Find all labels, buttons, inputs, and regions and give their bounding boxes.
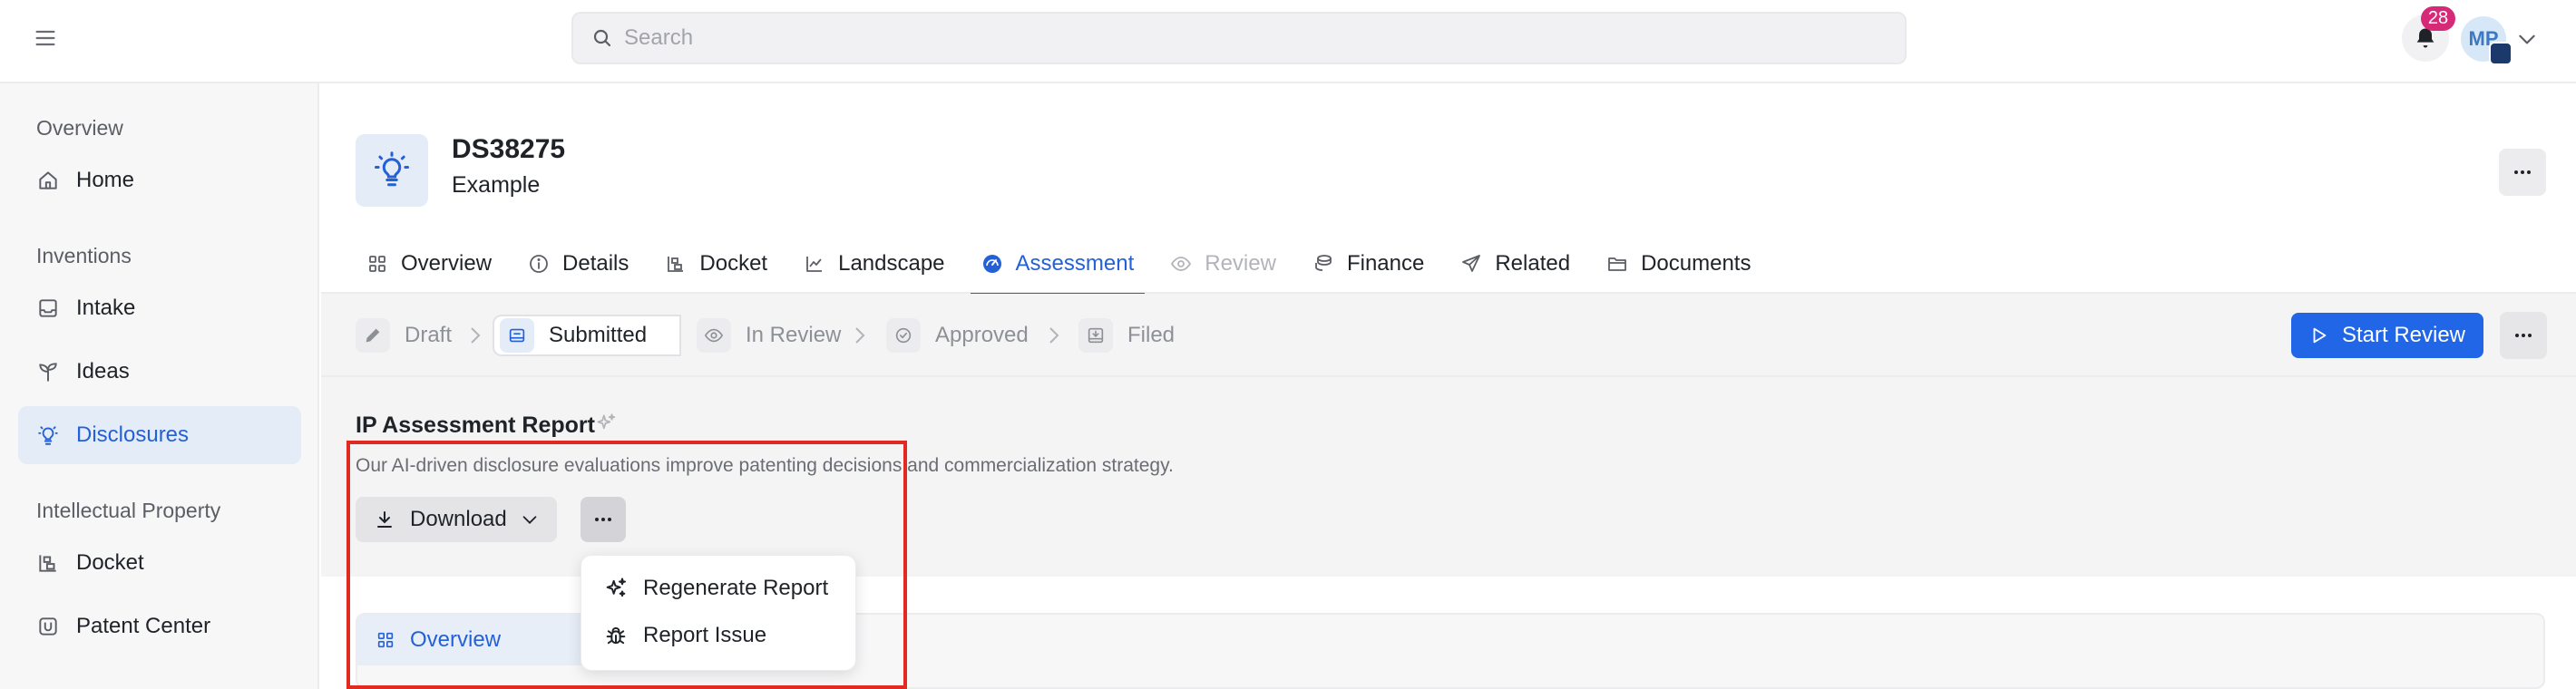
tab-label: Overview (401, 251, 493, 276)
sparkles-icon (594, 412, 618, 435)
sprout-icon (36, 360, 60, 383)
status-step-draft: Draft (356, 315, 452, 356)
sidebar-item-ideas[interactable]: Ideas (18, 343, 301, 401)
grid-icon (366, 253, 388, 275)
filed-icon (1078, 318, 1113, 353)
search-input[interactable] (624, 25, 1876, 51)
eye-icon (1170, 253, 1192, 275)
tab-details[interactable]: Details (517, 234, 639, 294)
eye-icon (697, 318, 731, 353)
sidebar-item-intake[interactable]: Intake (18, 279, 301, 337)
start-review-label: Start Review (2341, 323, 2466, 347)
tab-review: Review (1159, 234, 1287, 294)
sidebar-item-label: Patent Center (76, 614, 211, 638)
top-bar: 28 MP (0, 0, 2576, 83)
tab-label: Finance (1346, 251, 1425, 276)
status-step-label: Draft (405, 323, 453, 347)
chevron-right-icon (466, 325, 484, 346)
status-step-filed: Filed (1078, 315, 1175, 356)
tab-label: Review (1205, 251, 1276, 276)
docket-icon (36, 551, 60, 575)
sidebar-section-inventions: Inventions (36, 244, 132, 267)
sidebar-item-label: Disclosures (76, 422, 190, 447)
notification-count-badge: 28 (2421, 6, 2455, 31)
folder-icon (1606, 253, 1628, 275)
sidebar-item-label: Intake (76, 296, 136, 320)
status-step-label: In Review (746, 323, 842, 347)
docket-icon (665, 253, 687, 275)
status-step-label: Approved (935, 323, 1029, 347)
status-step-submitted: Submitted (493, 315, 682, 356)
record-id: DS38275 (452, 134, 566, 164)
tab-landscape[interactable]: Landscape (793, 234, 955, 294)
tab-overview[interactable]: Overview (356, 234, 503, 294)
tab-label: Docket (699, 251, 768, 276)
gauge-icon (981, 253, 1003, 275)
sidebar-item-label: Ideas (76, 359, 130, 383)
tab-documents[interactable]: Documents (1595, 234, 1761, 294)
highlight-annotation-box (346, 441, 907, 689)
tab-related[interactable]: Related (1449, 234, 1581, 294)
sidebar-section-overview: Overview (36, 116, 123, 140)
sidebar-item-docket[interactable]: Docket (18, 534, 301, 592)
sidebar-item-label: Docket (76, 550, 144, 575)
tab-label: Related (1495, 251, 1571, 276)
start-review-button[interactable]: Start Review (2291, 313, 2483, 358)
status-step-approved: Approved (886, 315, 1029, 356)
home-icon (36, 169, 60, 192)
organization-logo-icon (2489, 42, 2513, 65)
sidebar-item-label: Home (76, 168, 135, 192)
ellipsis-icon (2513, 325, 2534, 346)
chart-line-icon (804, 253, 825, 275)
tab-label: Documents (1641, 251, 1751, 276)
tab-label: Assessment (1015, 251, 1135, 276)
hamburger-menu-icon[interactable] (33, 25, 58, 51)
record-lightbulb-icon (356, 134, 428, 207)
inbox-icon (36, 296, 60, 320)
chevron-right-icon (851, 325, 869, 346)
tab-assessment[interactable]: Assessment (970, 234, 1146, 296)
chevron-down-icon[interactable] (2515, 27, 2539, 51)
status-step-label: Filed (1127, 323, 1176, 347)
status-step-label: Submitted (549, 323, 648, 347)
record-more-button[interactable] (2499, 149, 2546, 196)
report-title: IP Assessment Report (356, 412, 595, 438)
lightbulb-icon (36, 423, 60, 447)
status-more-button[interactable] (2500, 312, 2547, 359)
sidebar-item-patent-center[interactable]: Patent Center (18, 597, 301, 655)
play-icon (2309, 325, 2329, 345)
send-icon (1460, 253, 1482, 275)
tab-docket[interactable]: Docket (654, 234, 778, 294)
chevron-right-icon (1045, 325, 1063, 346)
patent-center-icon (36, 615, 60, 638)
record-subtitle: Example (452, 172, 541, 198)
record-tabs: Overview Details Docket Landscape Assess… (356, 234, 1776, 296)
search-bar[interactable] (571, 12, 1907, 64)
tab-label: Landscape (838, 251, 945, 276)
tab-label: Details (562, 251, 629, 276)
info-icon (528, 253, 550, 275)
pencil-icon (356, 318, 390, 353)
submitted-icon (500, 318, 534, 353)
status-step-in-review: In Review (697, 315, 841, 356)
sidebar-section-intellectual-property: Intellectual Property (36, 499, 221, 522)
ellipsis-icon (2512, 161, 2533, 183)
check-circle-icon (886, 318, 921, 353)
tab-finance[interactable]: Finance (1302, 234, 1435, 294)
search-icon (591, 27, 613, 49)
sidebar-item-disclosures[interactable]: Disclosures (18, 406, 301, 464)
coins-icon (1312, 253, 1334, 275)
sidebar-item-home[interactable]: Home (18, 151, 301, 209)
